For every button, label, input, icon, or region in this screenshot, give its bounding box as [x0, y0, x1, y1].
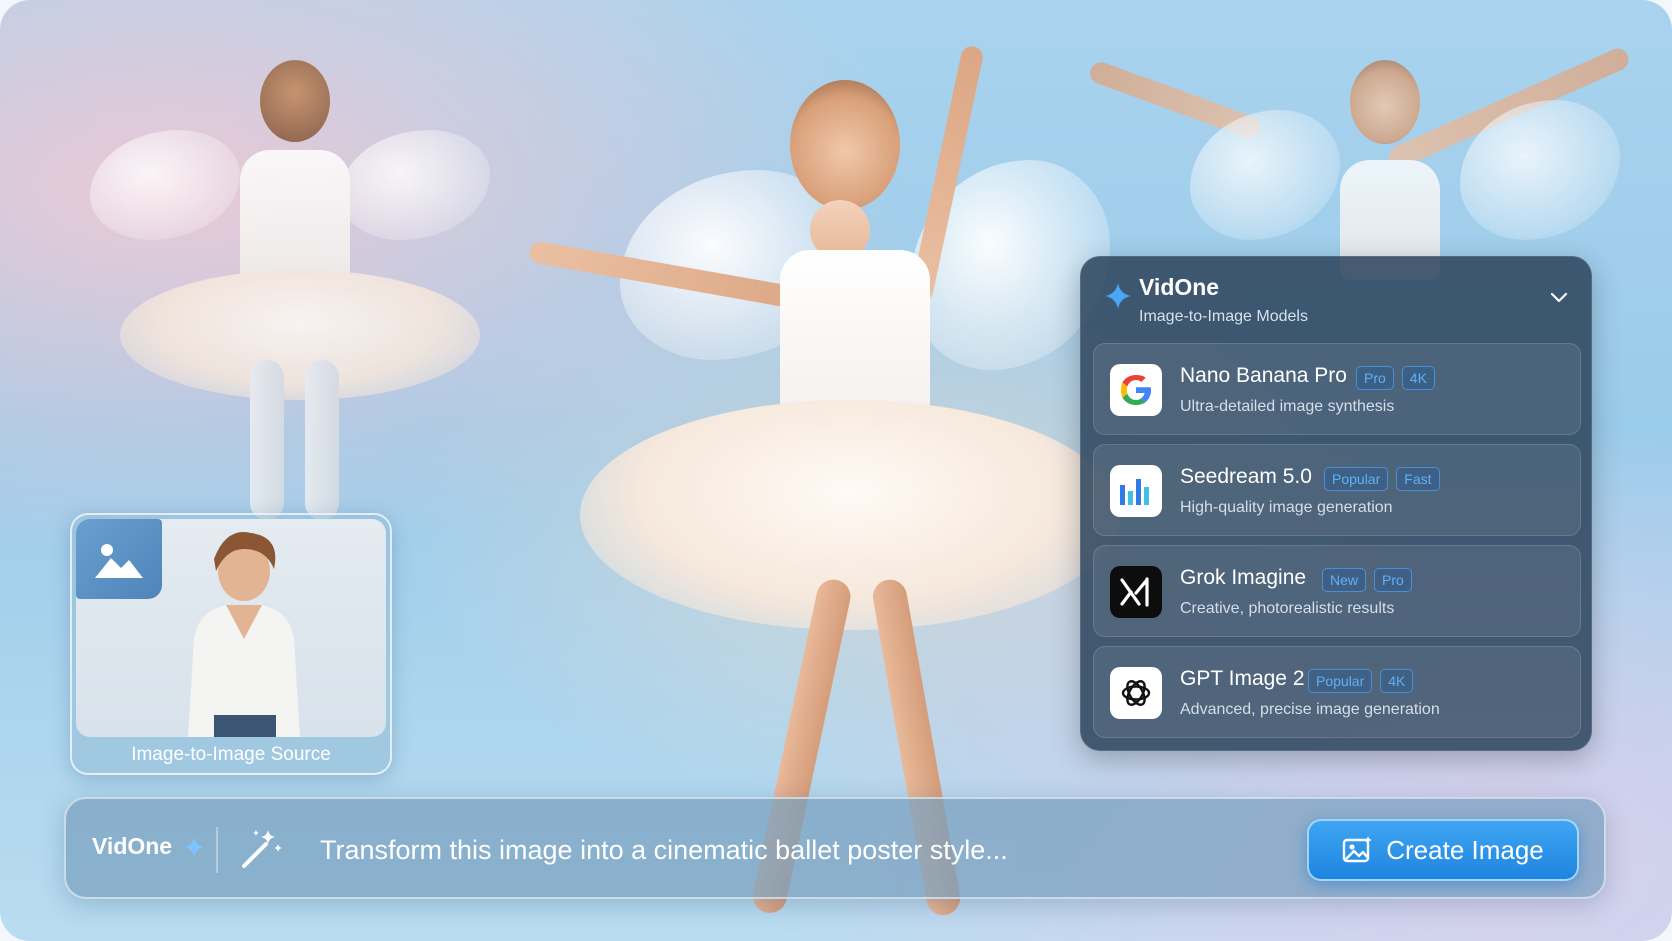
background-dancer-right	[1087, 40, 1660, 280]
panel-title: VidOne	[1139, 274, 1220, 300]
divider	[216, 827, 218, 873]
model-badges: Popular 4K	[1308, 669, 1414, 693]
badge-fast: Fast	[1396, 467, 1440, 491]
chevron-down-icon[interactable]	[1549, 287, 1569, 307]
model-selector-panel: VidOne Image-to-Image Models Nano Banana…	[1080, 256, 1592, 751]
model-option-grok-imagine[interactable]: Grok Imagine New Pro Creative, photoreal…	[1093, 545, 1581, 637]
source-label: Image-to-Image Source	[131, 744, 331, 765]
image-upload-icon[interactable]	[76, 519, 162, 599]
app-canvas: Image-to-Image Source VidOne Image-to-Im…	[0, 0, 1672, 941]
magic-wand-icon[interactable]	[238, 826, 284, 872]
prompt-bar: VidOne Create Image	[64, 797, 1606, 899]
create-image-button[interactable]: Create Image	[1307, 819, 1579, 881]
xai-icon	[1110, 566, 1162, 618]
sparkle-icon	[1105, 283, 1131, 309]
model-name: Grok Imagine	[1180, 566, 1307, 589]
background-dancer-left	[90, 20, 490, 520]
panel-subtitle: Image-to-Image Models	[1139, 308, 1308, 325]
badge-popular: Popular	[1308, 669, 1373, 693]
model-selector-header[interactable]: VidOne Image-to-Image Models	[1081, 257, 1591, 337]
sparkle-icon	[184, 837, 204, 857]
google-icon	[1110, 364, 1162, 416]
openai-icon	[1110, 667, 1162, 719]
model-option-gpt-image-2[interactable]: GPT Image 2 Popular 4K Advanced, precise…	[1093, 646, 1581, 738]
badge-new: New	[1322, 568, 1367, 592]
model-name: Seedream 5.0	[1180, 465, 1312, 488]
model-description: High-quality image generation	[1180, 499, 1393, 516]
model-badges: Popular Fast	[1324, 467, 1440, 491]
model-badges: New Pro	[1322, 568, 1412, 592]
badge-4k: 4K	[1380, 669, 1414, 693]
image-icon	[1343, 836, 1373, 863]
model-option-nano-banana-pro[interactable]: Nano Banana Pro Pro 4K Ultra-detailed im…	[1093, 343, 1581, 435]
seedream-icon	[1110, 465, 1162, 517]
model-name: GPT Image 2	[1180, 667, 1305, 690]
badge-pro: Pro	[1374, 568, 1412, 592]
model-badges: Pro 4K	[1356, 366, 1435, 390]
badge-pro: Pro	[1356, 366, 1394, 390]
model-description: Creative, photorealistic results	[1180, 600, 1395, 617]
source-image-card[interactable]: Image-to-Image Source	[70, 513, 392, 775]
model-option-seedream[interactable]: Seedream 5.0 Popular Fast High-quality i…	[1093, 444, 1581, 536]
model-description: Advanced, precise image generation	[1180, 701, 1440, 718]
model-description: Ultra-detailed image synthesis	[1180, 398, 1395, 415]
badge-popular: Popular	[1324, 467, 1389, 491]
prompt-input[interactable]	[318, 823, 1222, 877]
model-name: Nano Banana Pro	[1180, 364, 1347, 387]
create-image-label: Create Image	[1386, 834, 1544, 865]
badge-4k: 4K	[1401, 366, 1435, 390]
brand-name: VidOne	[92, 833, 173, 859]
